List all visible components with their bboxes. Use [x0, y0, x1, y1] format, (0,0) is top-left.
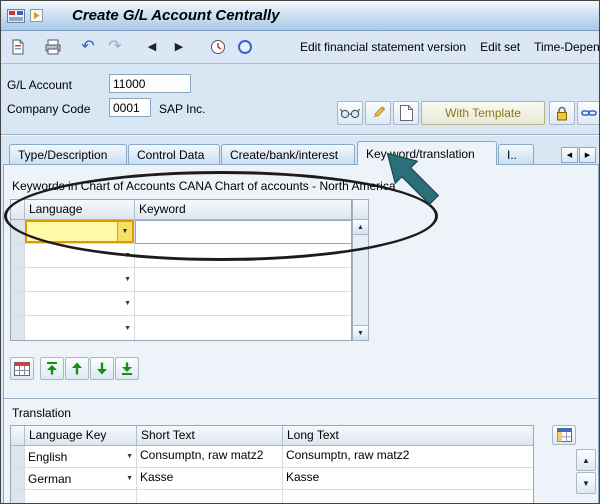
redo-icon[interactable]: ↷ [103, 35, 127, 59]
row-selector[interactable] [11, 490, 25, 503]
scroll-down-icon[interactable]: ▼ [353, 325, 368, 340]
lock-icon[interactable] [549, 101, 575, 125]
short-text-cell[interactable] [137, 490, 283, 503]
edit-set-button[interactable]: Edit set [480, 40, 520, 54]
keyword-cell-4[interactable] [135, 292, 351, 316]
row-selector[interactable] [11, 220, 25, 244]
tab-type-description[interactable]: Type/Description [9, 144, 127, 164]
with-template-button[interactable]: With Template [421, 101, 545, 125]
scroll-up-icon[interactable]: ▲ [353, 220, 368, 235]
tab-create-bank-interest[interactable]: Create/bank/interest [221, 144, 355, 164]
page-up-icon[interactable] [65, 357, 89, 380]
status-circle-icon[interactable] [233, 35, 257, 59]
column-header-language[interactable]: Language [25, 200, 135, 220]
tab-keyword-translation[interactable]: Key word/translation [357, 141, 497, 165]
tab-content-panel: Keywords in Chart of Accounts CANA Chart… [3, 164, 599, 503]
toolbar: ↶ ↷ ◀ ▶ Edit financial statement version… [1, 31, 599, 64]
tab-control-data[interactable]: Control Data [128, 144, 220, 164]
menu-arrow-icon[interactable] [30, 9, 43, 22]
column-header-language-key[interactable]: Language Key [25, 426, 137, 446]
translation-section-title: Translation [12, 406, 71, 420]
keyword-cell-5[interactable] [135, 316, 351, 340]
keyword-cell-2[interactable] [135, 244, 351, 268]
forward-icon[interactable]: ▶ [167, 35, 191, 59]
language-key-cell[interactable]: English ▼ [25, 446, 137, 468]
column-header-keyword[interactable]: Keyword [135, 200, 351, 220]
gl-account-input[interactable] [109, 74, 191, 93]
table-layout-icon[interactable] [552, 425, 576, 445]
time-dependent-button[interactable]: Time-Dependent [534, 40, 599, 54]
change-pencil-icon[interactable] [365, 101, 391, 125]
tab-scroll-left-icon[interactable]: ◀ [561, 147, 578, 163]
language-cell-2[interactable]: ▼ [25, 244, 135, 268]
long-text-cell[interactable] [283, 490, 533, 503]
page-down-icon[interactable] [90, 357, 114, 380]
company-code-input[interactable] [109, 98, 151, 117]
row-selector[interactable] [11, 244, 25, 268]
keywords-table: Language Keyword ▼ ▼ ▼ ▼ ▼ [10, 199, 352, 341]
translation-scroll-up-icon[interactable]: ▲ [576, 449, 596, 471]
dropdown-icon: ▼ [124, 300, 131, 307]
short-text-cell[interactable]: Consumptn, raw matz2 [137, 446, 283, 468]
keywords-scrollbar[interactable]: ▲ ▼ [352, 199, 369, 341]
row-selector[interactable] [11, 468, 25, 490]
row-selector[interactable] [11, 316, 25, 340]
keywords-header-corner [11, 200, 25, 220]
dropdown-icon[interactable]: ▼ [126, 453, 133, 460]
column-header-long-text[interactable]: Long Text [283, 426, 533, 446]
row-selector[interactable] [11, 268, 25, 292]
short-text-cell[interactable]: Kasse [137, 468, 283, 490]
language-cell-1: ▼ [25, 220, 135, 244]
long-text-cell[interactable]: Consumptn, raw matz2 [283, 446, 533, 468]
back-icon[interactable]: ◀ [140, 35, 164, 59]
language-cell-3[interactable]: ▼ [25, 268, 135, 292]
dropdown-icon: ▼ [124, 252, 131, 259]
keyword-input[interactable] [135, 220, 351, 244]
table-settings-icon[interactable] [10, 357, 34, 380]
translation-table: Language Key Short Text Long Text Englis… [10, 425, 534, 503]
display-glasses-icon[interactable] [337, 101, 363, 125]
dropdown-icon[interactable]: ▼ [117, 222, 132, 241]
window-title: Create G/L Account Centrally [72, 7, 280, 24]
scroll-to-bottom-icon[interactable] [115, 357, 139, 380]
language-cell-4[interactable]: ▼ [25, 292, 135, 316]
link-icon[interactable] [577, 101, 599, 125]
scroll-to-top-icon[interactable] [40, 357, 64, 380]
company-code-label: Company Code [7, 102, 91, 116]
row-selector[interactable] [11, 446, 25, 468]
keyword-cell-3[interactable] [135, 268, 351, 292]
printer-icon[interactable] [41, 35, 65, 59]
divider [4, 398, 598, 400]
app-icon [7, 8, 25, 23]
dropdown-icon[interactable]: ▼ [126, 475, 133, 482]
translation-header-corner [11, 426, 25, 446]
undo-icon[interactable]: ↶ [76, 35, 100, 59]
dropdown-icon: ▼ [124, 324, 131, 332]
scrollbar-corner [353, 200, 368, 220]
title-bar: Create G/L Account Centrally [1, 1, 599, 31]
language-key-cell[interactable]: German ▼ [25, 468, 137, 490]
column-header-short-text[interactable]: Short Text [137, 426, 283, 446]
language-combo[interactable]: ▼ [25, 220, 134, 243]
company-name-text: SAP Inc. [159, 102, 206, 116]
scrollbar-track[interactable] [353, 235, 368, 325]
clock-icon[interactable] [206, 35, 230, 59]
sap-window: Create G/L Account Centrally ↶ ↷ ◀ ▶ Edi… [0, 0, 600, 504]
row-selector[interactable] [11, 292, 25, 316]
dropdown-icon: ▼ [124, 276, 131, 283]
document-icon[interactable] [6, 35, 30, 59]
translation-scroll-down-icon[interactable]: ▼ [576, 472, 596, 494]
tab-more[interactable]: I.. [498, 144, 534, 164]
language-cell-5[interactable]: ▼ [25, 316, 135, 340]
create-page-icon[interactable] [393, 101, 419, 125]
gl-account-label: G/L Account [7, 78, 72, 92]
language-key-cell[interactable] [25, 490, 137, 503]
tab-scroll-right-icon[interactable]: ▶ [579, 147, 596, 163]
edit-financial-statement-version-button[interactable]: Edit financial statement version [300, 40, 466, 54]
keywords-section-title: Keywords in Chart of Accounts CANA Chart… [12, 179, 396, 193]
divider [1, 134, 599, 136]
long-text-cell[interactable]: Kasse [283, 468, 533, 490]
